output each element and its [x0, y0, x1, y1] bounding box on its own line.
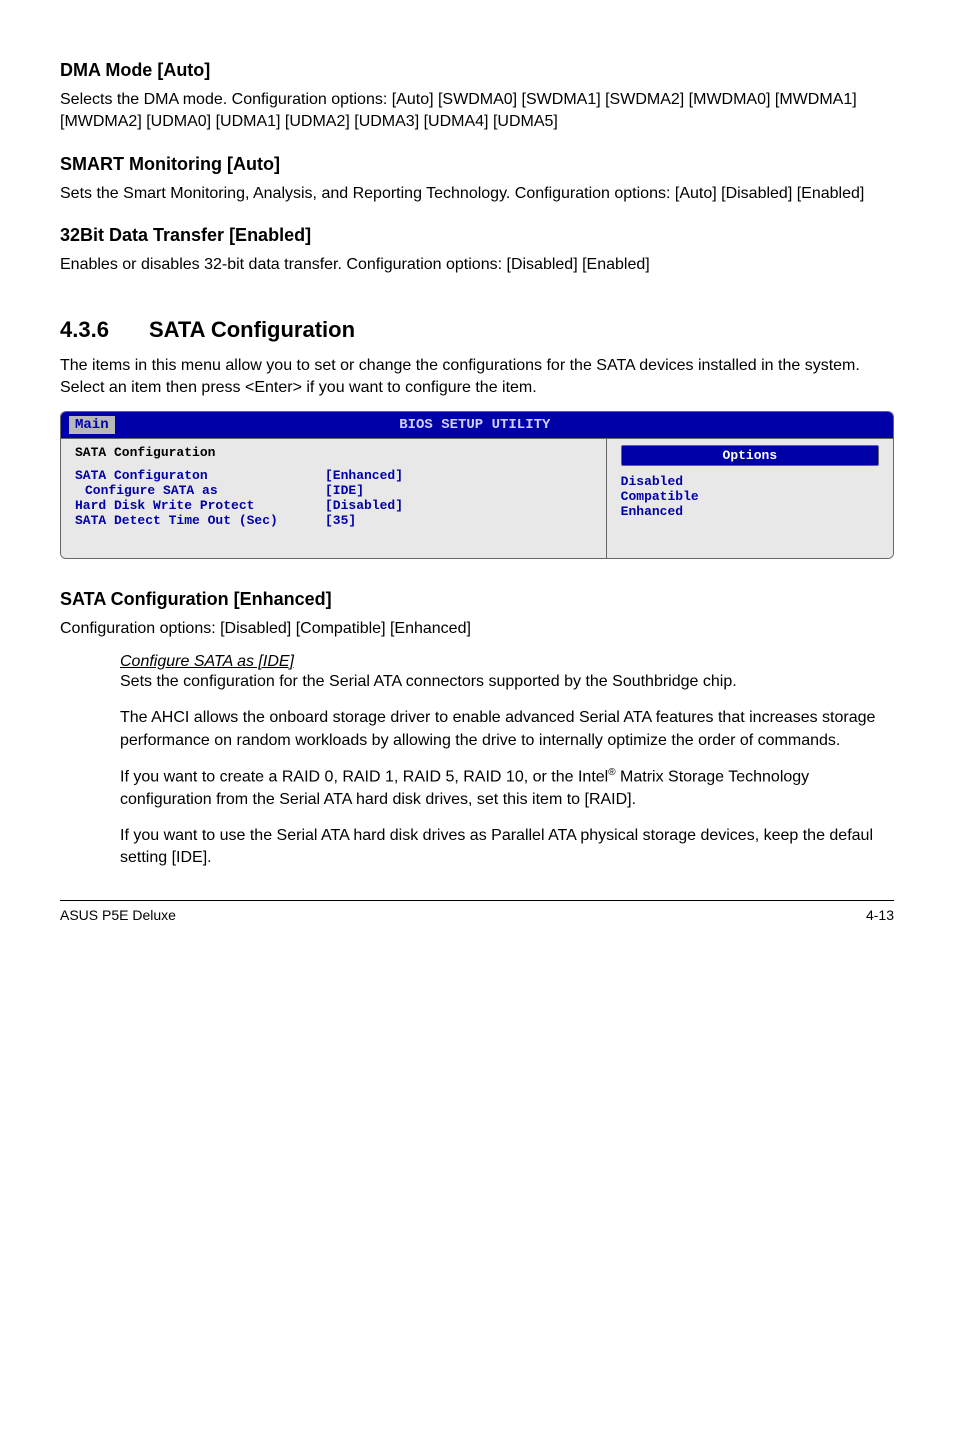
bios-row-label: SATA Configuraton [75, 468, 325, 483]
option-item: Disabled [621, 474, 879, 489]
page-footer: ASUS P5E Deluxe 4-13 [60, 900, 894, 923]
bios-row-label: Configure SATA as [75, 483, 325, 498]
option-item: Enhanced [621, 504, 879, 519]
bios-row: Hard Disk Write Protect [Disabled] [75, 498, 592, 513]
indented-block: Configure SATA as [IDE] Sets the configu… [120, 653, 894, 870]
bios-row: Configure SATA as [IDE] [75, 483, 592, 498]
bios-row-value: [35] [325, 513, 356, 528]
bios-left-title: SATA Configuration [75, 445, 592, 460]
option-item: Compatible [621, 489, 879, 504]
section-intro: The items in this menu allow you to set … [60, 355, 894, 400]
smart-monitoring-text: Sets the Smart Monitoring, Analysis, and… [60, 183, 894, 205]
sata-configuration-heading: SATA Configuration [Enhanced] [60, 589, 894, 610]
bios-body: SATA Configuration SATA Configuraton [En… [61, 438, 893, 558]
bios-row-value: [IDE] [325, 483, 364, 498]
configure-sata-p2: The AHCI allows the onboard storage driv… [120, 707, 894, 752]
bios-titlebar: Main BIOS SETUP UTILITY [61, 412, 893, 438]
bios-row-value: [Disabled] [325, 498, 403, 513]
configure-sata-p3: If you want to create a RAID 0, RAID 1, … [120, 766, 894, 811]
options-header: Options [621, 445, 879, 466]
bios-title: BIOS SETUP UTILITY [65, 417, 885, 433]
bios-row-value: [Enhanced] [325, 468, 403, 483]
section-436-heading: 4.3.6 SATA Configuration [60, 317, 894, 343]
bios-row: SATA Detect Time Out (Sec) [35] [75, 513, 592, 528]
p3-pre: If you want to create a RAID 0, RAID 1, … [120, 768, 608, 785]
options-list: Disabled Compatible Enhanced [621, 474, 879, 519]
dma-mode-text: Selects the DMA mode. Configuration opti… [60, 89, 894, 134]
dma-mode-heading: DMA Mode [Auto] [60, 60, 894, 81]
bios-row: SATA Configuraton [Enhanced] [75, 468, 592, 483]
configure-sata-subheading: Configure SATA as [IDE] [120, 653, 894, 671]
configure-sata-p1: Sets the configuration for the Serial AT… [120, 671, 894, 693]
smart-monitoring-heading: SMART Monitoring [Auto] [60, 154, 894, 175]
bios-screenshot: Main BIOS SETUP UTILITY SATA Configurati… [60, 411, 894, 559]
bios-left-panel: SATA Configuration SATA Configuraton [En… [61, 439, 607, 558]
bios-row-label: Hard Disk Write Protect [75, 498, 325, 513]
configure-sata-p4: If you want to use the Serial ATA hard d… [120, 825, 894, 870]
bios-right-panel: Options Disabled Compatible Enhanced [607, 439, 893, 558]
section-number: 4.3.6 [60, 317, 109, 343]
bios-row-label: SATA Detect Time Out (Sec) [75, 513, 325, 528]
32bit-text: Enables or disables 32-bit data transfer… [60, 254, 894, 276]
footer-right: 4-13 [866, 907, 894, 923]
section-title: SATA Configuration [149, 317, 355, 342]
32bit-heading: 32Bit Data Transfer [Enabled] [60, 225, 894, 246]
registered-mark: ® [608, 767, 615, 778]
sata-configuration-text: Configuration options: [Disabled] [Compa… [60, 618, 894, 640]
footer-left: ASUS P5E Deluxe [60, 907, 176, 923]
